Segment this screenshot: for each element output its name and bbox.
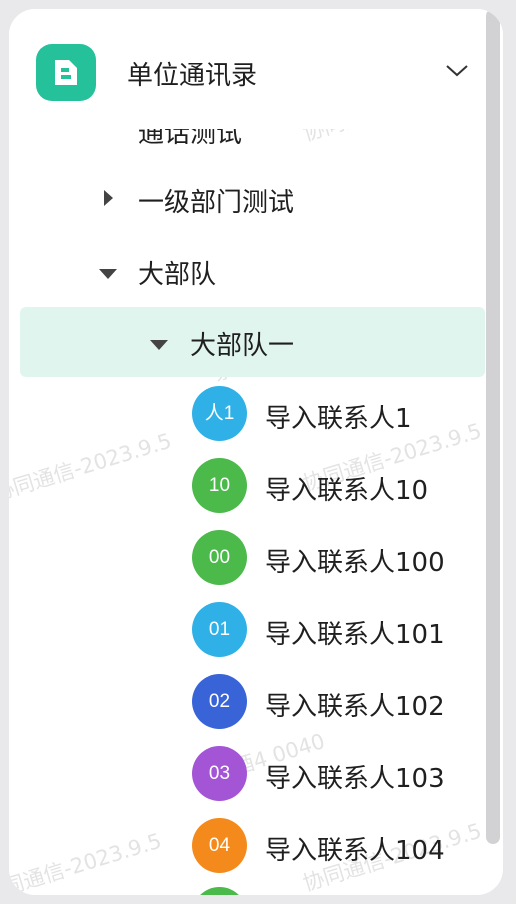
- avatar: 02: [192, 674, 247, 729]
- contact-name: 导入联系人1: [265, 404, 412, 434]
- header: 单位通讯录: [9, 9, 489, 129]
- scrollbar[interactable]: [486, 9, 500, 844]
- tree-node-label: 一级部门测试: [138, 188, 295, 218]
- contact-item[interactable]: 03 导入联系人103: [9, 739, 489, 809]
- avatar: 人1: [192, 386, 247, 441]
- avatar: 03: [192, 746, 247, 801]
- tree-node-level1[interactable]: 一级部门测试: [9, 164, 489, 234]
- contact-item[interactable]: 10 导入联系人10: [9, 451, 489, 521]
- chevron-down-icon[interactable]: [445, 63, 469, 82]
- avatar: 04: [192, 818, 247, 873]
- caret-right-icon: [102, 189, 114, 211]
- contacts-book-icon: [36, 44, 96, 101]
- address-book-panel: 协同通信-2023.9.5 协同通信-2023.9.5 蔡酒4 0040 协同通…: [9, 9, 503, 895]
- avatar: 10: [192, 458, 247, 513]
- contact-name: 导入联系人100: [265, 548, 445, 578]
- contact-name: 导入联系人101: [265, 620, 445, 650]
- avatar: 01: [192, 602, 247, 657]
- tree-node-dabudui-yi[interactable]: 大部队一: [20, 307, 485, 377]
- contact-name: 导入联系人10: [265, 476, 429, 506]
- contact-name: 导入联系人102: [265, 692, 445, 722]
- avatar: 00: [192, 530, 247, 585]
- tree-node-label: 大部队一: [190, 331, 295, 361]
- contact-item[interactable]: 04 导入联系人104: [9, 811, 489, 881]
- contact-item[interactable]: 02 导入联系人102: [9, 667, 489, 737]
- tree-node-dabudui[interactable]: 大部队: [9, 236, 489, 306]
- caret-down-icon: [149, 336, 169, 355]
- contact-item[interactable]: 01 导入联系人101: [9, 595, 489, 665]
- tree-node-label: 大部队: [138, 260, 217, 290]
- caret-down-icon: [98, 265, 118, 284]
- contact-item[interactable]: 人1 导入联系人1: [9, 379, 489, 449]
- contact-item[interactable]: 00 导入联系人100: [9, 523, 489, 593]
- avatar: [192, 887, 247, 895]
- page-title: 单位通讯录: [127, 61, 258, 91]
- contact-name: 导入联系人104: [265, 836, 445, 866]
- contact-name: 导入联系人103: [265, 764, 445, 794]
